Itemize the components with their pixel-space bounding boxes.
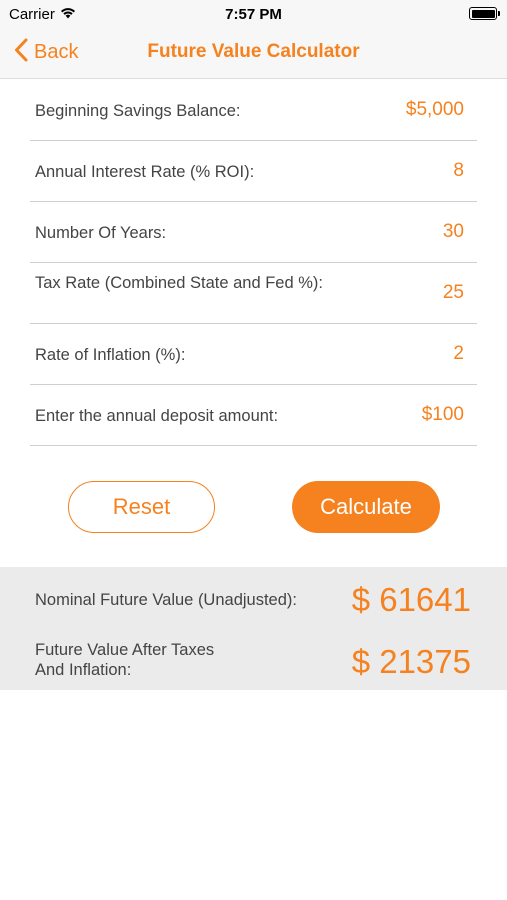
field-row-number-of-years: Number Of Years: 30: [30, 202, 477, 263]
field-row-inflation-rate: Rate of Inflation (%): 2: [30, 324, 477, 385]
navigation-bar: Back Future Value Calculator: [0, 28, 507, 79]
annual-deposit-input[interactable]: $100: [422, 404, 464, 426]
status-bar: Carrier 7:57 PM: [0, 0, 507, 28]
field-row-interest-rate: Annual Interest Rate (% ROI): 8: [30, 141, 477, 202]
reset-button[interactable]: Reset: [68, 481, 215, 533]
status-time: 7:57 PM: [225, 6, 282, 23]
number-of-years-input[interactable]: 30: [443, 221, 464, 243]
interest-rate-input[interactable]: 8: [453, 160, 464, 182]
beginning-balance-input[interactable]: $5,000: [406, 99, 464, 121]
calculate-button[interactable]: Calculate: [292, 481, 440, 533]
results-panel: Nominal Future Value (Unadjusted): $ 616…: [0, 567, 507, 690]
field-label: Beginning Savings Balance:: [35, 102, 241, 120]
tax-rate-input[interactable]: 25: [443, 282, 464, 304]
field-label: Annual Interest Rate (% ROI):: [35, 163, 255, 181]
page-title: Future Value Calculator: [147, 41, 360, 62]
field-label: Enter the annual deposit amount:: [35, 407, 279, 425]
adjusted-value-label-line1: Future Value After Taxes: [35, 641, 215, 659]
adjusted-value: $ 21375: [351, 643, 471, 680]
nominal-value: $ 61641: [351, 581, 471, 618]
inflation-rate-input[interactable]: 2: [453, 343, 464, 365]
field-label: Number Of Years:: [35, 224, 167, 242]
adjusted-value-label-line2: And Inflation:: [35, 661, 132, 679]
field-label: Rate of Inflation (%):: [35, 346, 186, 364]
field-row-tax-rate: Tax Rate (Combined State and Fed %): 25: [30, 263, 477, 324]
field-label: Tax Rate (Combined State and Fed %):: [35, 274, 323, 292]
field-row-beginning-balance: Beginning Savings Balance: $5,000: [30, 80, 477, 141]
field-row-annual-deposit: Enter the annual deposit amount: $100: [30, 385, 477, 446]
battery-icon: [469, 7, 500, 20]
nominal-value-label: Nominal Future Value (Unadjusted):: [35, 591, 297, 609]
